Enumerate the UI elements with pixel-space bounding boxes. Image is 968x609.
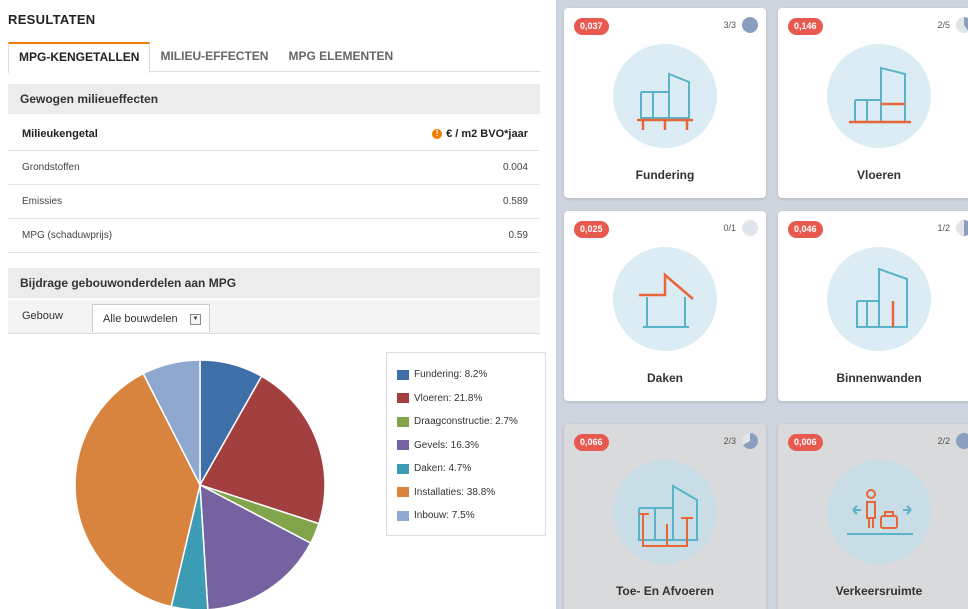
legend-swatch bbox=[397, 487, 409, 498]
completion-count: 2/3 bbox=[723, 436, 736, 446]
table-row: MPG (schaduwprijs) 0.59 bbox=[8, 219, 540, 253]
row-value: 0.59 bbox=[508, 230, 528, 241]
legend-label: Inbouw: 7.5% bbox=[414, 510, 475, 522]
legend-label: Fundering: 8.2% bbox=[414, 369, 488, 381]
icon-circle bbox=[613, 247, 717, 351]
row-label: MPG (schaduwprijs) bbox=[22, 230, 113, 241]
score-badge: 0,146 bbox=[788, 18, 823, 35]
element-cards-panel: 0,037 3/3 Fundering 0,146 2/5 Vloeren 0,025 0/1… bbox=[556, 0, 968, 609]
legend-item-inbouw[interactable]: Inbouw: 7.5% bbox=[397, 504, 545, 528]
legend-swatch bbox=[397, 416, 409, 427]
pipes-icon bbox=[638, 484, 698, 547]
legend-swatch bbox=[397, 440, 409, 451]
progress-indicator bbox=[742, 17, 758, 33]
info-icon[interactable]: ! bbox=[432, 128, 443, 139]
completion-count: 1/2 bbox=[937, 223, 950, 233]
icon-circle bbox=[613, 44, 717, 148]
table-header-row: Milieukengetal ! € / m2 BVO*jaar bbox=[8, 117, 540, 151]
effects-table: Milieukengetal ! € / m2 BVO*jaar Grondst… bbox=[8, 117, 540, 253]
filter-bar: Gebouw Alle bouwdelen ▼ bbox=[8, 300, 540, 334]
building-part-select[interactable]: Alle bouwdelen ▼ bbox=[92, 304, 210, 332]
tab-milieu-effecten[interactable]: MILIEU-EFFECTEN bbox=[150, 42, 278, 71]
card-label: Fundering bbox=[635, 168, 695, 182]
element-card-vloeren[interactable]: 0,146 2/5 Vloeren bbox=[778, 8, 968, 198]
element-card-toe-en-afvoeren[interactable]: 0,066 2/3 Toe- En Afvoeren bbox=[564, 424, 766, 609]
score-badge: 0,066 bbox=[574, 434, 609, 451]
element-card-binnenwanden[interactable]: 0,046 1/2 Binnenwanden bbox=[778, 211, 968, 401]
completion-count: 2/5 bbox=[937, 20, 950, 30]
score-badge: 0,046 bbox=[788, 221, 823, 238]
legend-item-installaties[interactable]: Installaties: 38.8% bbox=[397, 481, 545, 505]
progress-indicator bbox=[742, 220, 758, 236]
table-row: Emissies 0.589 bbox=[8, 185, 540, 219]
legend-label: Gevels: 16.3% bbox=[414, 439, 480, 451]
progress-indicator bbox=[956, 433, 968, 449]
row-label: Emissies bbox=[22, 196, 63, 207]
legend-swatch bbox=[397, 510, 409, 521]
legend-label: Installaties: 38.8% bbox=[414, 486, 496, 498]
element-card-fundering[interactable]: 0,037 3/3 Fundering bbox=[564, 8, 766, 198]
card-label: Binnenwanden bbox=[836, 371, 922, 385]
score-badge: 0,025 bbox=[574, 221, 609, 238]
element-card-verkeersruimte[interactable]: 0,006 2/2 Verkeersruimte bbox=[778, 424, 968, 609]
contribution-heading: Bijdrage gebouwonderdelen aan MPG bbox=[8, 268, 540, 298]
completion-count: 0/1 bbox=[723, 223, 736, 233]
pie-chart bbox=[74, 359, 326, 609]
legend-item-daken[interactable]: Daken: 4.7% bbox=[397, 457, 545, 481]
table-row: Grondstoffen 0.004 bbox=[8, 151, 540, 185]
icon-circle bbox=[613, 460, 717, 564]
roof-icon bbox=[639, 272, 694, 328]
chevron-down-icon[interactable]: ▼ bbox=[190, 314, 201, 325]
row-value: 0.589 bbox=[502, 196, 528, 207]
legend-label: Draagconstructie: 2.7% bbox=[414, 416, 518, 428]
icon-circle bbox=[827, 460, 931, 564]
legend-swatch bbox=[397, 463, 409, 474]
chart-legend: Fundering: 8.2% Vloeren: 21.8% Draagconstr… bbox=[386, 352, 546, 536]
progress-indicator bbox=[742, 433, 758, 449]
tab-mpg-elementen[interactable]: MPG ELEMENTEN bbox=[278, 42, 403, 71]
completion-count: 3/3 bbox=[723, 20, 736, 30]
legend-item-draagconstructie[interactable]: Draagconstructie: 2.7% bbox=[397, 410, 545, 434]
score-badge: 0,006 bbox=[788, 434, 823, 451]
row-value: 0.004 bbox=[502, 162, 528, 173]
unit-text: € / m2 BVO*jaar bbox=[446, 127, 528, 140]
icon-circle bbox=[827, 247, 931, 351]
select-value: Alle bouwdelen bbox=[103, 313, 178, 325]
unit-label: ! € / m2 BVO*jaar bbox=[432, 128, 528, 140]
card-label: Daken bbox=[646, 371, 684, 385]
effects-heading: Gewogen milieueffecten bbox=[8, 84, 540, 114]
legend-item-fundering[interactable]: Fundering: 8.2% bbox=[397, 363, 545, 387]
column-label: Milieukengetal bbox=[22, 127, 98, 140]
tab-bar: MPG-KENGETALLEN MILIEU-EFFECTEN MPG ELEM… bbox=[8, 42, 540, 73]
legend-swatch bbox=[397, 393, 409, 404]
results-panel: RESULTATEN MPG-KENGETALLEN MILIEU-EFFECT… bbox=[0, 0, 548, 609]
legend-label: Daken: 4.7% bbox=[414, 463, 472, 475]
card-label: Vloeren bbox=[856, 168, 901, 182]
score-badge: 0,037 bbox=[574, 18, 609, 35]
card-label: Toe- En Afvoeren bbox=[615, 584, 714, 598]
progress-indicator bbox=[956, 17, 968, 33]
progress-indicator bbox=[956, 220, 968, 236]
floor-icon bbox=[849, 66, 911, 124]
icon-circle bbox=[827, 44, 931, 148]
legend-label: Vloeren: 21.8% bbox=[414, 392, 483, 404]
element-card-daken[interactable]: 0,025 0/1 Daken bbox=[564, 211, 766, 401]
card-label: Verkeersruimte bbox=[835, 584, 923, 598]
completion-count: 2/2 bbox=[937, 436, 950, 446]
tab-mpg-kengetallen[interactable]: MPG-KENGETALLEN bbox=[8, 42, 151, 73]
legend-swatch bbox=[397, 369, 409, 380]
foundation-icon bbox=[637, 72, 693, 130]
legend-item-vloeren[interactable]: Vloeren: 21.8% bbox=[397, 387, 545, 411]
legend-item-gevels[interactable]: Gevels: 16.3% bbox=[397, 434, 545, 458]
row-label: Grondstoffen bbox=[22, 162, 80, 173]
filter-label: Gebouw bbox=[22, 310, 63, 322]
circulation-icon bbox=[847, 489, 913, 535]
page-title: RESULTATEN bbox=[8, 12, 96, 27]
inner-wall-icon bbox=[856, 267, 908, 328]
